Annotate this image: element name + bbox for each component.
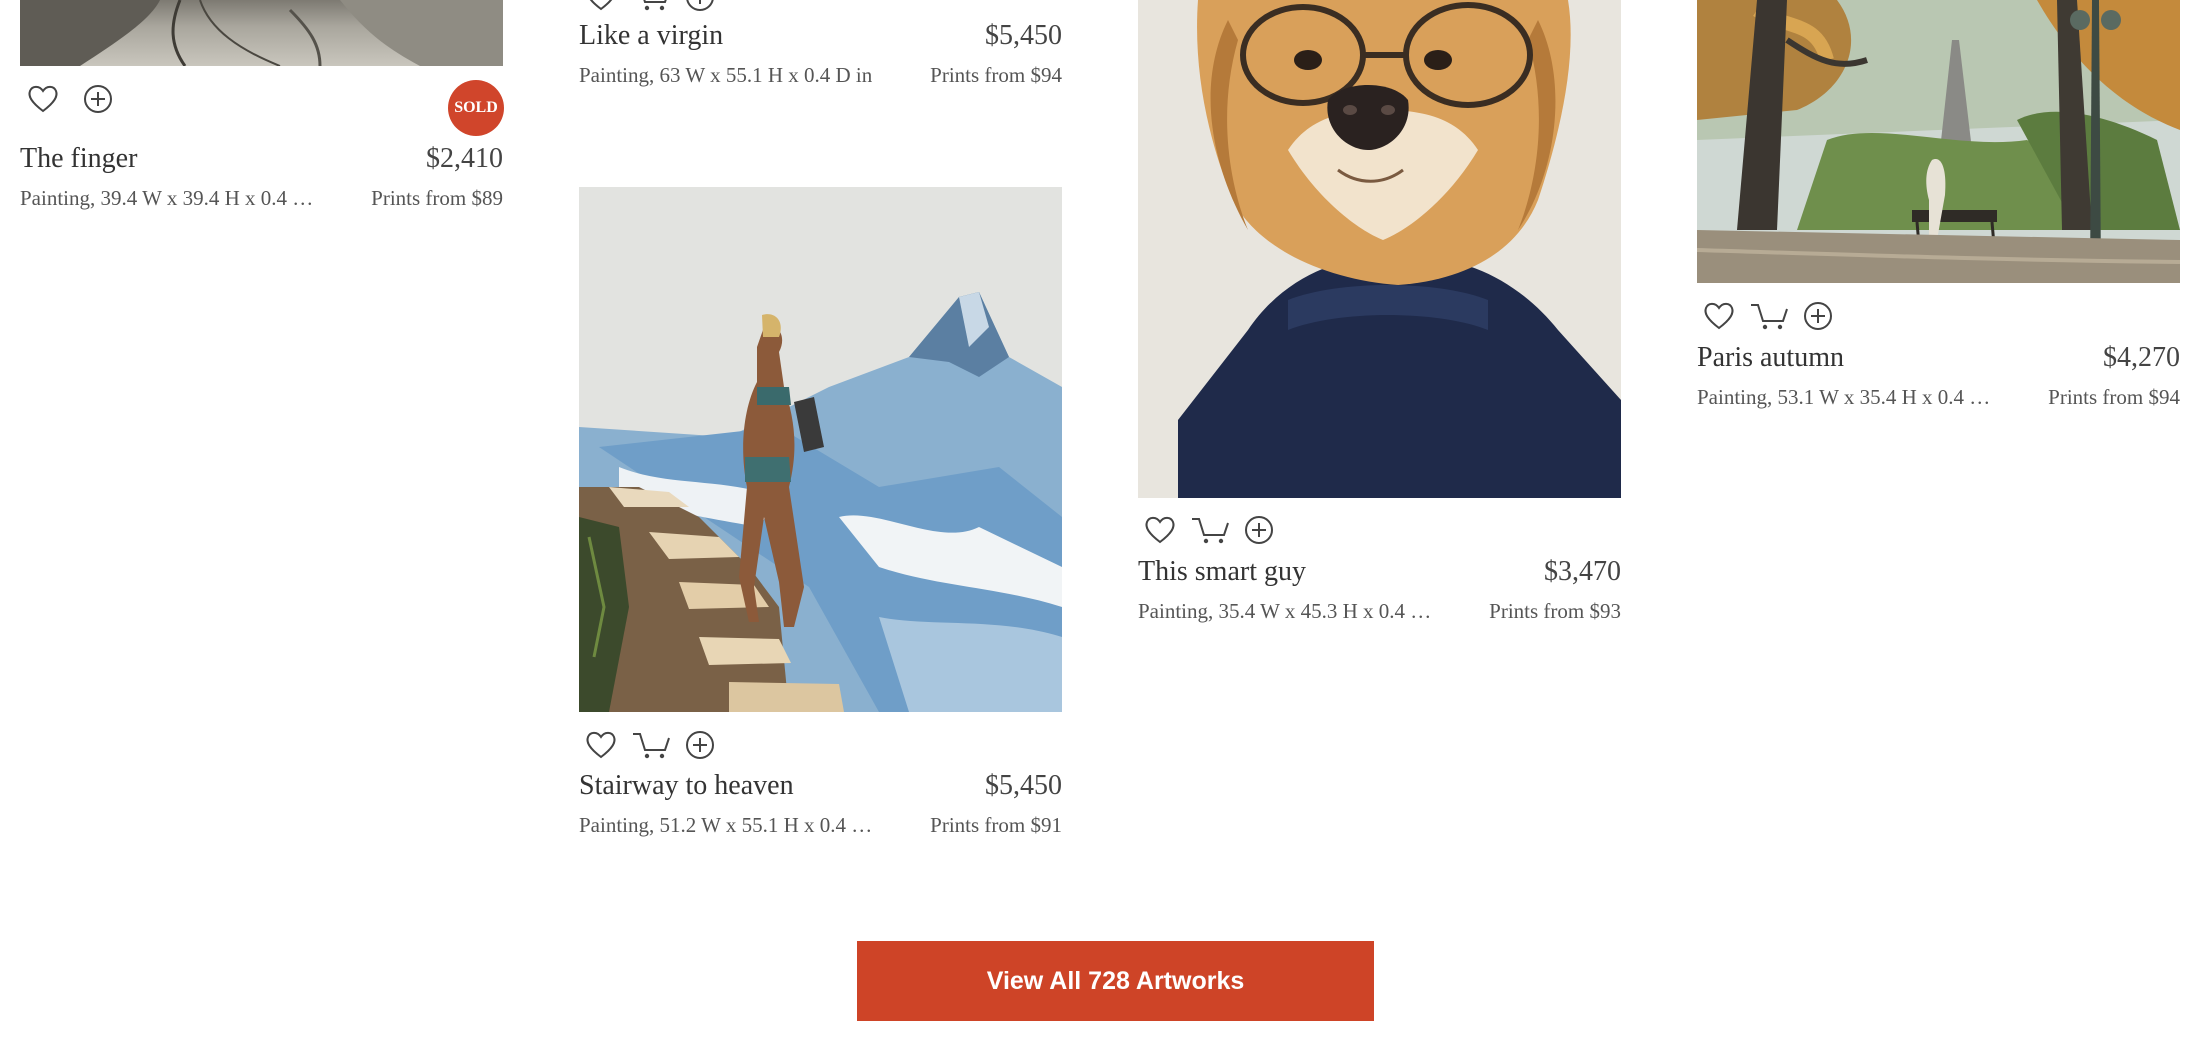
artwork-meta: Painting, 35.4 W x 45.3 H x 0.4 … — [1138, 599, 1432, 623]
heart-icon[interactable] — [585, 0, 617, 12]
plus-circle-icon[interactable] — [83, 84, 113, 114]
artwork-title[interactable]: This smart guy — [1138, 556, 1306, 588]
plus-circle-icon[interactable] — [1803, 301, 1833, 331]
artwork-image[interactable] — [579, 187, 1062, 712]
heart-icon[interactable] — [1703, 301, 1735, 331]
artwork-price: $4,270 — [2103, 342, 2180, 373]
artwork-actions — [27, 84, 127, 114]
artwork-image[interactable] — [1697, 0, 2180, 283]
artwork-price: $2,410 — [426, 143, 503, 174]
plus-circle-icon[interactable] — [685, 0, 715, 12]
cart-icon[interactable] — [631, 730, 671, 760]
view-all-artworks-button[interactable]: View All 728 Artworks — [857, 941, 1374, 1021]
artwork-title[interactable]: Like a virgin — [579, 20, 723, 52]
artwork-prints-link[interactable]: Prints from $89 — [323, 186, 503, 211]
cart-icon[interactable] — [631, 0, 671, 12]
artwork-title[interactable]: Stairway to heaven — [579, 770, 794, 802]
plus-circle-icon[interactable] — [1244, 515, 1274, 545]
artwork-meta: Painting, 39.4 W x 39.4 H x 0.4 … — [20, 186, 314, 210]
artwork-meta: Painting, 63 W x 55.1 H x 0.4 D in — [579, 63, 873, 87]
artwork-prints-link[interactable]: Prints from $91 — [882, 813, 1062, 838]
artwork-actions — [585, 730, 729, 760]
artwork-actions — [1144, 515, 1288, 545]
heart-icon[interactable] — [585, 730, 617, 760]
artwork-image[interactable] — [20, 0, 503, 66]
artwork-prints-link[interactable]: Prints from $94 — [882, 63, 1062, 88]
artwork-price: $5,450 — [985, 20, 1062, 51]
heart-icon[interactable] — [1144, 515, 1176, 545]
artwork-price: $5,450 — [985, 770, 1062, 801]
cart-icon[interactable] — [1749, 301, 1789, 331]
artwork-price: $3,470 — [1544, 556, 1621, 587]
artwork-title[interactable]: The finger — [20, 143, 137, 175]
cart-icon[interactable] — [1190, 515, 1230, 545]
plus-circle-icon[interactable] — [685, 730, 715, 760]
artwork-actions — [585, 0, 729, 12]
artwork-meta: Painting, 53.1 W x 35.4 H x 0.4 … — [1697, 385, 1991, 409]
sold-badge: SOLD — [448, 80, 504, 136]
artwork-actions — [1703, 301, 1847, 331]
artwork-image[interactable] — [1138, 0, 1621, 498]
artwork-title[interactable]: Paris autumn — [1697, 342, 1844, 374]
artwork-prints-link[interactable]: Prints from $93 — [1441, 599, 1621, 624]
artwork-meta: Painting, 51.2 W x 55.1 H x 0.4 … — [579, 813, 873, 837]
artwork-prints-link[interactable]: Prints from $94 — [2000, 385, 2180, 410]
heart-icon[interactable] — [27, 84, 59, 114]
